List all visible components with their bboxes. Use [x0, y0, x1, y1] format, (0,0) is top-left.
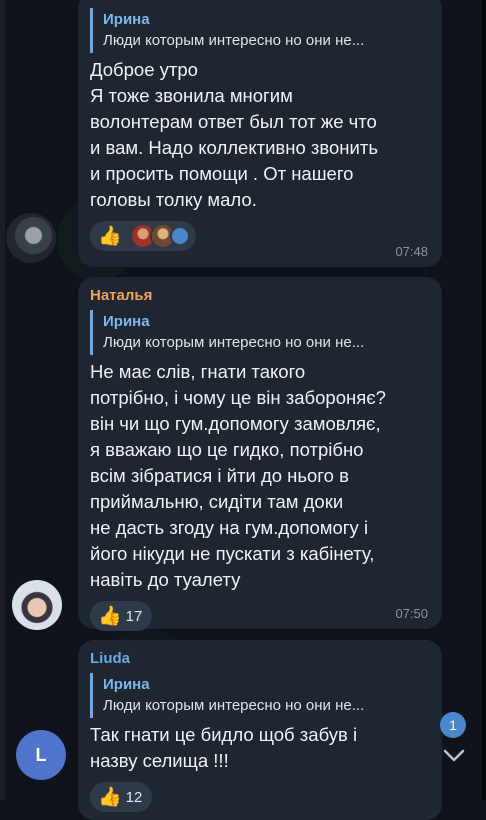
screen-edge [0, 0, 5, 800]
message-line: и вам. Надо коллективно звонить [90, 137, 378, 158]
screen-edge-right [482, 0, 486, 800]
thumbs-up-icon: 👍 [98, 786, 122, 808]
message-line: Доброе утро [90, 59, 198, 80]
message-text: Не має слів, гнати такого потрібно, і чо… [90, 359, 428, 593]
sender-name[interactable]: Liuda [90, 650, 428, 667]
message-text: Доброе утро Я тоже звонила многим волонт… [90, 57, 428, 213]
message-line: головы толку мало. [90, 189, 257, 210]
message-bubble[interactable]: Ирина Люди которым интересно но они не..… [78, 0, 442, 267]
message-line: я вважаю що це гидко, потрібно [90, 439, 364, 460]
quote-sender: Ирина [103, 313, 150, 330]
sender-avatar[interactable] [12, 580, 62, 630]
message-line: волонтерам ответ был тот же что [90, 111, 377, 132]
message-time: 07:48 [395, 244, 428, 259]
message-line: всім зібратися і йти до нього в [90, 465, 349, 486]
message-line: Так гнати це бидло щоб забув і [90, 724, 358, 745]
scroll-down-button[interactable] [432, 738, 476, 774]
message-line: він чи що гум.допомогу замовляє, [90, 413, 381, 434]
sender-name[interactable]: Наталья [90, 287, 428, 304]
message-line: не дасть згоду на гум.допомогу і [90, 517, 369, 538]
sender-avatar[interactable]: L [16, 730, 66, 780]
unread-count-badge[interactable]: 1 [440, 712, 466, 738]
quote-text: Люди которым интересно но они не... [103, 697, 365, 714]
message-time: 07:50 [395, 606, 428, 621]
reactor-avatar [169, 226, 190, 246]
message-bubble[interactable]: Наталья Ирина Люди которым интересно но … [78, 277, 442, 631]
message-line: и просить помощи . От нашего [90, 163, 354, 184]
reaction-chip[interactable]: 👍 12 [90, 782, 153, 812]
avatar-letter: L [35, 744, 47, 765]
quote-sender: Ирина [103, 11, 150, 28]
thumbs-up-icon: 👍 [98, 605, 122, 627]
reply-quote[interactable]: Ирина Люди которым интересно но они не..… [90, 8, 428, 53]
quote-text: Люди которым интересно но они не... [103, 334, 365, 351]
message-line: назву селища !!! [90, 750, 229, 771]
reaction-chip[interactable]: 👍 17 [90, 601, 153, 631]
quote-sender: Ирина [103, 676, 150, 693]
message-bubble[interactable]: Liuda Ирина Люди которым интересно но он… [78, 640, 442, 820]
message-line: навіть до туалету [90, 569, 241, 590]
reply-quote[interactable]: Ирина Люди которым интересно но они не..… [90, 310, 428, 355]
reactor-avatars [128, 223, 190, 249]
thumbs-up-icon: 👍 [98, 225, 122, 247]
message-line: Я тоже звонила многим [90, 85, 293, 106]
message-line: потрібно, і чому це він забороняє? [90, 387, 386, 408]
quote-text: Люди которым интересно но они не... [103, 32, 365, 49]
reaction-count: 12 [125, 788, 143, 806]
sender-avatar[interactable] [6, 213, 56, 263]
reply-quote[interactable]: Ирина Люди которым интересно но они не..… [90, 673, 428, 718]
message-text: Так гнати це бидло щоб забув і назву сел… [90, 722, 428, 774]
message-line: його нікуди не пускати з кабінету, [90, 543, 375, 564]
message-line: Не має слів, гнати такого [90, 361, 306, 382]
chevron-down-icon [443, 749, 465, 762]
message-line: приймальню, сидіти там доки [90, 491, 344, 512]
reaction-count: 17 [125, 607, 143, 625]
reaction-chip[interactable]: 👍 [90, 221, 196, 251]
